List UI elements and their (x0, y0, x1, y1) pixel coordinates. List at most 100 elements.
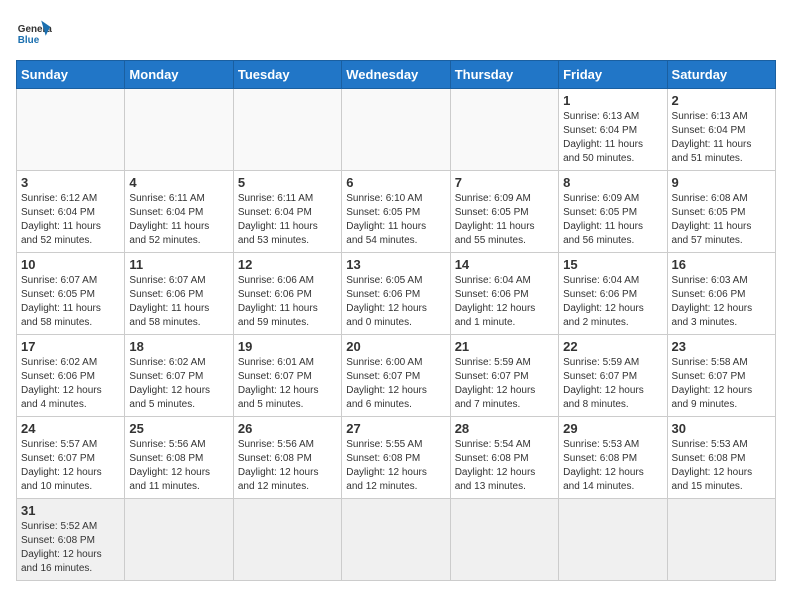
day-info: Sunrise: 6:02 AM Sunset: 6:06 PM Dayligh… (21, 356, 120, 412)
calendar-cell: 4 Sunrise: 6:11 AM Sunset: 6:04 PM Daylig… (125, 171, 233, 253)
day-number: 2 (672, 93, 771, 108)
calendar-week-row: 24 Sunrise: 5:57 AM Sunset: 6:07 PM Dayli… (17, 417, 776, 499)
calendar-cell (233, 499, 341, 581)
calendar-week-row: 31 Sunrise: 5:52 AM Sunset: 6:08 PM Dayli… (17, 499, 776, 581)
day-info: Sunrise: 6:10 AM Sunset: 6:05 PM Dayligh… (346, 192, 445, 248)
day-number: 23 (672, 339, 771, 354)
calendar-cell: 13Sunrise: 6:05 AM Sunset: 6:06 PM Dayli… (342, 253, 450, 335)
day-info: Sunrise: 6:02 AM Sunset: 6:07 PM Dayligh… (129, 356, 228, 412)
day-number: 3 (21, 175, 120, 190)
calendar-cell: 18 Sunrise: 6:02 AM Sunset: 6:07 PM Dayli… (125, 335, 233, 417)
day-info: Sunrise: 6:13 AM Sunset: 6:04 PM Dayligh… (563, 110, 662, 166)
calendar-cell: 10Sunrise: 6:07 AM Sunset: 6:05 PM Dayli… (17, 253, 125, 335)
day-number: 25 (129, 421, 228, 436)
weekday-header-row: SundayMondayTuesdayWednesdayThursdayFrid… (17, 61, 776, 89)
calendar-cell (125, 499, 233, 581)
calendar-cell: 28Sunrise: 5:54 AM Sunset: 6:08 PM Dayli… (450, 417, 558, 499)
day-info: Sunrise: 6:01 AM Sunset: 6:07 PM Dayligh… (238, 356, 337, 412)
day-info: Sunrise: 5:59 AM Sunset: 6:07 PM Dayligh… (455, 356, 554, 412)
day-info: Sunrise: 6:09 AM Sunset: 6:05 PM Dayligh… (455, 192, 554, 248)
day-number: 17 (21, 339, 120, 354)
weekday-header-tuesday: Tuesday (233, 61, 341, 89)
day-info: Sunrise: 6:03 AM Sunset: 6:06 PM Dayligh… (672, 274, 771, 330)
calendar-cell: 12Sunrise: 6:06 AM Sunset: 6:06 PM Dayli… (233, 253, 341, 335)
day-number: 15 (563, 257, 662, 272)
calendar-cell: 25 Sunrise: 5:56 AM Sunset: 6:08 PM Dayli… (125, 417, 233, 499)
day-number: 10 (21, 257, 120, 272)
day-number: 11 (129, 257, 228, 272)
day-number: 28 (455, 421, 554, 436)
weekday-header-wednesday: Wednesday (342, 61, 450, 89)
logo: General Blue (16, 16, 52, 52)
day-number: 19 (238, 339, 337, 354)
day-number: 8 (563, 175, 662, 190)
calendar-cell: 14 Sunrise: 6:04 AM Sunset: 6:06 PM Dayli… (450, 253, 558, 335)
day-info: Sunrise: 5:53 AM Sunset: 6:08 PM Dayligh… (563, 438, 662, 494)
svg-text:Blue: Blue (18, 35, 40, 46)
weekday-header-saturday: Saturday (667, 61, 775, 89)
calendar-cell (342, 89, 450, 171)
day-number: 31 (21, 503, 120, 518)
day-info: Sunrise: 6:11 AM Sunset: 6:04 PM Dayligh… (238, 192, 337, 248)
calendar-cell (17, 89, 125, 171)
day-number: 14 (455, 257, 554, 272)
calendar-week-row: 10Sunrise: 6:07 AM Sunset: 6:05 PM Dayli… (17, 253, 776, 335)
day-info: Sunrise: 5:57 AM Sunset: 6:07 PM Dayligh… (21, 438, 120, 494)
calendar-cell (125, 89, 233, 171)
weekday-header-thursday: Thursday (450, 61, 558, 89)
calendar-cell: 8Sunrise: 6:09 AM Sunset: 6:05 PM Daylig… (559, 171, 667, 253)
day-number: 22 (563, 339, 662, 354)
calendar-cell: 21 Sunrise: 5:59 AM Sunset: 6:07 PM Dayli… (450, 335, 558, 417)
calendar-cell: 24 Sunrise: 5:57 AM Sunset: 6:07 PM Dayli… (17, 417, 125, 499)
calendar-cell (667, 499, 775, 581)
day-number: 1 (563, 93, 662, 108)
calendar-cell: 6 Sunrise: 6:10 AM Sunset: 6:05 PM Daylig… (342, 171, 450, 253)
calendar-week-row: 3 Sunrise: 6:12 AM Sunset: 6:04 PM Daylig… (17, 171, 776, 253)
day-info: Sunrise: 6:08 AM Sunset: 6:05 PM Dayligh… (672, 192, 771, 248)
day-number: 7 (455, 175, 554, 190)
calendar-cell: 27 Sunrise: 5:55 AM Sunset: 6:08 PM Dayli… (342, 417, 450, 499)
calendar-cell: 15 Sunrise: 6:04 AM Sunset: 6:06 PM Dayli… (559, 253, 667, 335)
calendar-cell (450, 499, 558, 581)
day-info: Sunrise: 5:52 AM Sunset: 6:08 PM Dayligh… (21, 520, 120, 576)
calendar-cell (559, 499, 667, 581)
page-header: General Blue (16, 16, 776, 52)
day-number: 12 (238, 257, 337, 272)
calendar-cell: 31 Sunrise: 5:52 AM Sunset: 6:08 PM Dayli… (17, 499, 125, 581)
day-number: 18 (129, 339, 228, 354)
day-info: Sunrise: 6:12 AM Sunset: 6:04 PM Dayligh… (21, 192, 120, 248)
weekday-header-monday: Monday (125, 61, 233, 89)
calendar-cell (450, 89, 558, 171)
calendar-cell: 9 Sunrise: 6:08 AM Sunset: 6:05 PM Daylig… (667, 171, 775, 253)
calendar-week-row: 1 Sunrise: 6:13 AM Sunset: 6:04 PM Daylig… (17, 89, 776, 171)
day-info: Sunrise: 5:55 AM Sunset: 6:08 PM Dayligh… (346, 438, 445, 494)
day-number: 30 (672, 421, 771, 436)
day-info: Sunrise: 6:11 AM Sunset: 6:04 PM Dayligh… (129, 192, 228, 248)
day-number: 9 (672, 175, 771, 190)
calendar-cell: 30Sunrise: 5:53 AM Sunset: 6:08 PM Dayli… (667, 417, 775, 499)
calendar-cell: 5Sunrise: 6:11 AM Sunset: 6:04 PM Daylig… (233, 171, 341, 253)
calendar-cell: 26Sunrise: 5:56 AM Sunset: 6:08 PM Dayli… (233, 417, 341, 499)
day-number: 4 (129, 175, 228, 190)
day-number: 20 (346, 339, 445, 354)
calendar-cell (233, 89, 341, 171)
calendar-cell: 11Sunrise: 6:07 AM Sunset: 6:06 PM Dayli… (125, 253, 233, 335)
calendar-week-row: 17 Sunrise: 6:02 AM Sunset: 6:06 PM Dayli… (17, 335, 776, 417)
calendar-cell: 3 Sunrise: 6:12 AM Sunset: 6:04 PM Daylig… (17, 171, 125, 253)
weekday-header-sunday: Sunday (17, 61, 125, 89)
day-number: 6 (346, 175, 445, 190)
calendar-cell: 23Sunrise: 5:58 AM Sunset: 6:07 PM Dayli… (667, 335, 775, 417)
day-info: Sunrise: 6:04 AM Sunset: 6:06 PM Dayligh… (455, 274, 554, 330)
day-number: 21 (455, 339, 554, 354)
day-info: Sunrise: 5:56 AM Sunset: 6:08 PM Dayligh… (129, 438, 228, 494)
day-info: Sunrise: 6:04 AM Sunset: 6:06 PM Dayligh… (563, 274, 662, 330)
day-info: Sunrise: 5:59 AM Sunset: 6:07 PM Dayligh… (563, 356, 662, 412)
day-number: 27 (346, 421, 445, 436)
calendar-cell: 2Sunrise: 6:13 AM Sunset: 6:04 PM Daylig… (667, 89, 775, 171)
calendar-cell: 20Sunrise: 6:00 AM Sunset: 6:07 PM Dayli… (342, 335, 450, 417)
calendar-table: SundayMondayTuesdayWednesdayThursdayFrid… (16, 60, 776, 581)
day-number: 24 (21, 421, 120, 436)
generalblue-logo-icon: General Blue (16, 16, 52, 52)
calendar-cell: 7 Sunrise: 6:09 AM Sunset: 6:05 PM Daylig… (450, 171, 558, 253)
day-number: 13 (346, 257, 445, 272)
